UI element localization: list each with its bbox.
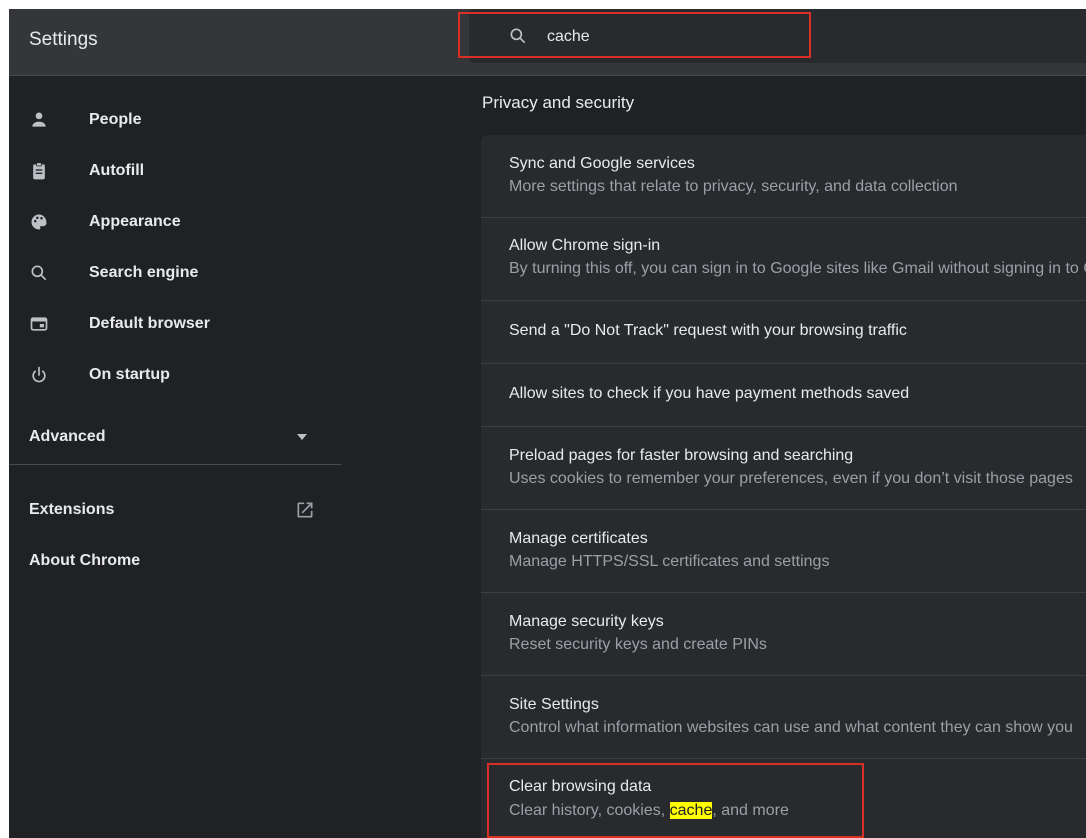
row-title: Site Settings	[509, 696, 599, 713]
settings-row-payment-methods[interactable]: Allow sites to check if you have payment…	[481, 364, 1086, 427]
power-icon	[32, 366, 46, 383]
sidebar-item-autofill[interactable]: Autofill	[9, 151, 341, 191]
row-subtitle: Control what information websites can us…	[509, 719, 1073, 736]
row-title: Manage security keys	[509, 613, 664, 630]
settings-row-sync[interactable]: Sync and Google services More settings t…	[481, 135, 1086, 218]
settings-row-do-not-track[interactable]: Send a "Do Not Track" request with your …	[481, 301, 1086, 364]
app-title: Settings	[29, 29, 98, 50]
row-title: Send a "Do Not Track" request with your …	[509, 322, 907, 339]
row-subtitle: Uses cookies to remember your preference…	[509, 470, 1073, 487]
settings-row-clear-browsing-data[interactable]: Clear browsing data Clear history, cooki…	[481, 759, 1086, 838]
sidebar-item-label: Search engine	[89, 264, 199, 281]
sidebar-item-label: Appearance	[89, 213, 181, 230]
chevron-down-icon	[297, 434, 307, 440]
sidebar-item-default-browser[interactable]: Default browser	[9, 304, 341, 344]
row-subtitle: More settings that relate to privacy, se…	[509, 178, 958, 195]
person-icon	[32, 112, 46, 127]
settings-row-preload-pages[interactable]: Preload pages for faster browsing and se…	[481, 427, 1086, 510]
row-subtitle: Reset security keys and create PINs	[509, 636, 767, 653]
privacy-settings-card: Sync and Google services More settings t…	[481, 135, 1086, 838]
sidebar-item-extensions[interactable]: Extensions	[9, 490, 341, 530]
extensions-label: Extensions	[29, 501, 115, 518]
about-label: About Chrome	[29, 552, 141, 569]
sidebar-divider	[9, 464, 341, 465]
row-subtitle: Manage HTTPS/SSL certificates and settin…	[509, 553, 830, 570]
external-link-icon	[297, 502, 313, 518]
row-title: Allow sites to check if you have payment…	[509, 385, 910, 402]
subtitle-text-after: , and more	[712, 802, 789, 819]
row-title: Sync and Google services	[509, 155, 695, 172]
sidebar-item-on-startup[interactable]: On startup	[9, 355, 341, 395]
row-subtitle: By turning this off, you can sign in to …	[509, 260, 1086, 277]
sidebar-item-people[interactable]: People	[9, 100, 341, 140]
search-icon	[31, 265, 47, 281]
sidebar-item-appearance[interactable]: Appearance	[9, 202, 341, 242]
advanced-label: Advanced	[29, 428, 106, 445]
settings-row-manage-certificates[interactable]: Manage certificates Manage HTTPS/SSL cer…	[481, 510, 1086, 593]
browser-icon	[30, 317, 48, 331]
settings-row-chrome-sign-in[interactable]: Allow Chrome sign-in By turning this off…	[481, 218, 1086, 301]
row-subtitle: Clear history, cookies, cache, and more	[509, 802, 789, 820]
row-title: Preload pages for faster browsing and se…	[509, 447, 854, 464]
clipboard-icon	[33, 162, 45, 180]
settings-window: Settings People Autofill	[9, 9, 1086, 838]
row-title: Clear browsing data	[509, 778, 652, 795]
settings-toolbar: Settings	[9, 9, 1086, 76]
main-content: Privacy and security Sync and Google ser…	[481, 76, 1086, 838]
palette-icon	[31, 214, 47, 230]
row-title: Manage certificates	[509, 530, 648, 547]
settings-row-security-keys[interactable]: Manage security keys Reset security keys…	[481, 593, 1086, 676]
section-title: Privacy and security	[482, 93, 635, 112]
row-title: Allow Chrome sign-in	[509, 237, 661, 254]
sidebar-item-label: Autofill	[89, 162, 145, 179]
search-match-highlight: cache	[669, 802, 713, 819]
search-annotation-box	[458, 12, 811, 58]
sidebar-item-about-chrome[interactable]: About Chrome	[9, 541, 341, 581]
sidebar: People Autofill Appearance Search engine…	[9, 76, 341, 838]
sidebar-item-label: Default browser	[89, 315, 210, 332]
sidebar-item-label: People	[89, 111, 142, 128]
sidebar-item-search-engine[interactable]: Search engine	[9, 253, 341, 293]
sidebar-item-advanced[interactable]: Advanced	[9, 417, 341, 457]
settings-row-site-settings[interactable]: Site Settings Control what information w…	[481, 676, 1086, 759]
subtitle-text-before: Clear history, cookies,	[509, 802, 670, 819]
sidebar-item-label: On startup	[89, 366, 170, 383]
